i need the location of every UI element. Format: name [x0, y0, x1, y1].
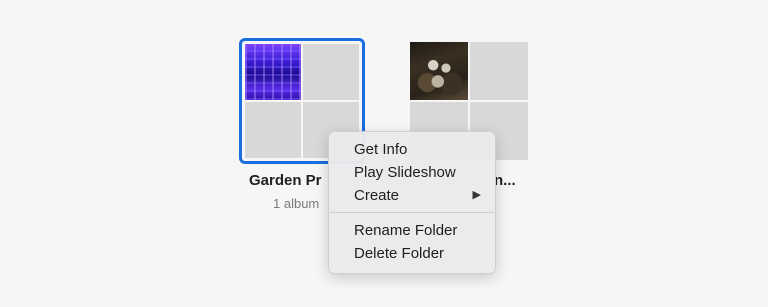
menu-item-label: Get Info	[354, 141, 408, 158]
menu-item-label: Play Slideshow	[354, 164, 456, 181]
context-menu: Get Info Play Slideshow Create ▶ Rename …	[328, 131, 496, 274]
folder-name-second[interactable]: n...	[494, 172, 516, 189]
folder-album-count: 1 album	[273, 196, 320, 211]
empty-thumbnail-slot	[303, 44, 359, 100]
menu-item-play-slideshow[interactable]: Play Slideshow	[329, 161, 495, 184]
menu-item-delete-folder[interactable]: Delete Folder	[329, 242, 495, 265]
album-thumbnail-greenhouse	[245, 44, 301, 100]
menu-item-label: Create	[354, 187, 400, 204]
menu-item-label: Delete Folder	[354, 245, 445, 262]
menu-item-rename-folder[interactable]: Rename Folder	[329, 219, 495, 242]
triangle-right-icon: ▶	[472, 189, 481, 201]
menu-item-create[interactable]: Create ▶	[329, 184, 495, 207]
menu-separator	[330, 212, 494, 213]
empty-thumbnail-slot	[470, 42, 528, 100]
album-thumbnail-animals	[410, 42, 468, 100]
menu-item-label: Rename Folder	[354, 222, 458, 239]
menu-item-get-info[interactable]: Get Info	[329, 138, 495, 161]
folder-name-garden[interactable]: Garden Pr	[249, 172, 322, 189]
empty-thumbnail-slot	[245, 102, 301, 158]
